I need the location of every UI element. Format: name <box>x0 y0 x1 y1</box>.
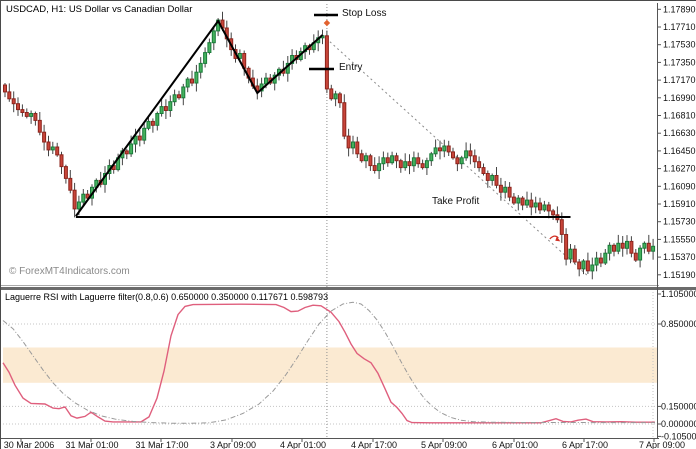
axis-label: 31 Mar 17:00 <box>135 440 188 449</box>
axis-label: 1.16090 <box>663 181 696 191</box>
axis-label: 1.17530 <box>663 40 696 50</box>
axis-label: 4 Apr 17:00 <box>351 440 397 449</box>
axis-label: 6 Apr 17:00 <box>562 440 608 449</box>
axis-label: 30 Mar 2006 <box>4 440 55 449</box>
axis-label: 0.150000 <box>661 401 696 411</box>
axis-label: 31 Mar 01:00 <box>65 440 118 449</box>
zigzag-trendline[interactable] <box>76 21 323 216</box>
axis-label: 1.105000 <box>661 289 696 299</box>
panel-separator[interactable] <box>1 287 696 290</box>
axis-label: 1.15730 <box>663 217 696 227</box>
axis-label: 1.17890 <box>663 4 696 14</box>
axis-label: 1.16450 <box>663 146 696 156</box>
mt4-chart-window: 1.17890 1.17710 1.17530 1.17350 1.17170 1.169… <box>0 0 696 449</box>
axis-label: 4 Apr 01:00 <box>280 440 326 449</box>
axis-label: 1.15190 <box>663 270 696 280</box>
axis-label: 3 Apr 09:00 <box>210 440 256 449</box>
axis-label: 1.16270 <box>663 164 696 174</box>
axis-label: 7 Apr 09:00 <box>639 440 685 449</box>
axis-label: 0.850000 <box>661 319 696 329</box>
axis-label: 1.17710 <box>663 22 696 32</box>
axis-label: 1.15550 <box>663 234 696 244</box>
axis-label: 1.17350 <box>663 57 696 67</box>
chart-canvas[interactable]: 1.17890 1.17710 1.17530 1.17350 1.17170 1.169… <box>1 1 696 449</box>
axis-label: 0.000000 <box>661 419 696 429</box>
entry-diamond-marker <box>324 20 331 27</box>
axis-label: 6 Apr 01:00 <box>492 440 538 449</box>
axis-label: 1.15370 <box>663 252 696 262</box>
axis-label: 1.16990 <box>663 93 696 103</box>
axis-label: 1.15910 <box>663 199 696 209</box>
sell-arrow-icon <box>550 236 561 241</box>
axis-label: 1.17170 <box>663 75 696 85</box>
axis-label: 1.16810 <box>663 111 696 121</box>
axis-label: 5 Apr 09:00 <box>421 440 467 449</box>
rsi-band <box>3 348 657 383</box>
axis-label: 1.16630 <box>663 128 696 138</box>
